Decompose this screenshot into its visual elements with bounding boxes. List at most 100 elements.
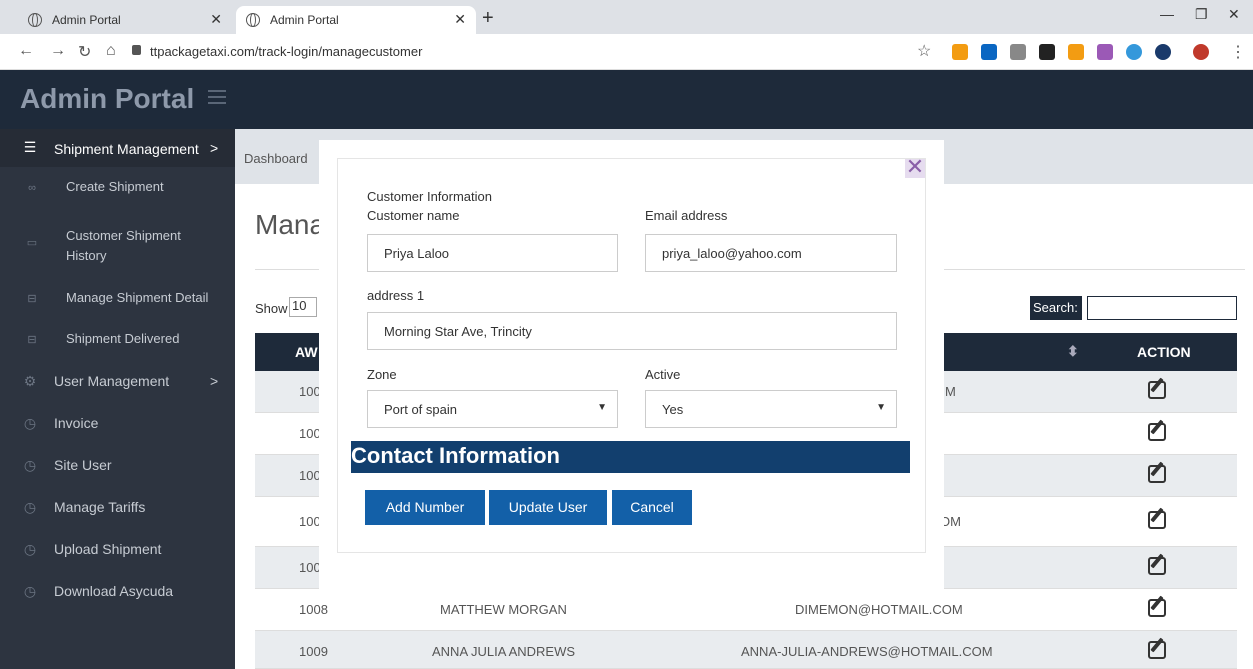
cell-awb: 100: [299, 514, 321, 529]
cell-awb: 1009: [299, 644, 328, 659]
browser-tab-bar: Admin Portal ✕ Admin Portal ✕ + — ❐ ✕: [0, 0, 1253, 34]
caret-down-icon: ▼: [876, 402, 886, 413]
lock-icon[interactable]: [132, 45, 141, 55]
edit-icon[interactable]: [1148, 465, 1166, 483]
brand-logo-text[interactable]: Admin Portal: [20, 83, 194, 115]
browser-tab-active[interactable]: Admin Portal ✕: [236, 6, 476, 34]
gear-icon: ⚙: [23, 373, 37, 389]
browser-tab[interactable]: Admin Portal ✕: [18, 6, 232, 34]
section-title: Customer Information: [367, 189, 492, 204]
sidebar-item-shipment-management[interactable]: ☰ Shipment Management >: [0, 129, 235, 167]
top-navbar: Admin Portal: [0, 70, 1253, 129]
sidebar-item-manage-shipment-detail[interactable]: ⊟ Manage Shipment Detail: [0, 290, 235, 320]
feed-extension-icon[interactable]: [1068, 44, 1084, 60]
tab-title: Admin Portal: [270, 13, 339, 27]
edit-icon[interactable]: [1148, 381, 1166, 399]
linkedin-extension-icon[interactable]: [981, 44, 997, 60]
sidebar-item-user-management[interactable]: ⚙ User Management >: [0, 373, 235, 403]
sidebar-item-customer-shipment-history[interactable]: ▭ Customer Shipment History: [0, 226, 235, 266]
zone-label: Zone: [367, 367, 397, 382]
cell-name: ANNA JULIA ANDREWS: [432, 644, 576, 659]
bookmark-star-icon[interactable]: ☆: [917, 41, 931, 61]
show-entries-select[interactable]: 10: [289, 297, 317, 317]
address-input[interactable]: Morning Star Ave, Trincity: [367, 312, 897, 350]
color-extension-icon[interactable]: [1097, 44, 1113, 60]
sidebar-item-upload-shipment[interactable]: ◷ Upload Shipment: [0, 541, 235, 571]
infinity-icon: ∞: [28, 182, 36, 194]
home-icon[interactable]: ⌂: [106, 42, 116, 60]
forward-icon[interactable]: →: [50, 42, 66, 60]
clock-icon: ◷: [23, 415, 37, 431]
email-label: Email address: [645, 208, 728, 223]
sidebar-item-shipment-delivered[interactable]: ⊟ Shipment Delivered: [0, 331, 235, 361]
sidebar: ☰ Shipment Management > ∞ Create Shipmen…: [0, 129, 235, 669]
edit-icon[interactable]: [1148, 423, 1166, 441]
cell-email: M: [945, 384, 956, 399]
caret-down-icon: ▼: [597, 402, 607, 413]
address-label: address 1: [367, 288, 425, 303]
reload-icon[interactable]: ↻: [78, 42, 91, 62]
close-icon[interactable]: ✕: [210, 11, 222, 28]
chevron-right-icon: >: [210, 373, 219, 389]
tab-title: Admin Portal: [52, 13, 121, 27]
zone-value: Port of spain: [384, 402, 457, 417]
table-row: 1009 ANNA JULIA ANDREWS ANNA-JULIA-ANDRE…: [255, 631, 1237, 669]
edit-icon[interactable]: [1148, 599, 1166, 617]
monitor-icon: ▭: [26, 237, 38, 249]
search-input[interactable]: [1087, 296, 1237, 320]
hamburger-icon[interactable]: [208, 90, 226, 104]
clock-icon: ◷: [23, 583, 37, 599]
page-title: Mana: [255, 209, 326, 240]
contact-information-header: Contact Information: [351, 441, 910, 473]
g-extension-icon[interactable]: [1010, 44, 1026, 60]
cancel-button[interactable]: Cancel: [612, 490, 692, 525]
clock-icon: ◷: [23, 499, 37, 515]
menu-kebab-icon[interactable]: ⋮: [1230, 42, 1246, 62]
zone-select[interactable]: Port of spain ▼: [367, 390, 618, 428]
sidebar-item-manage-tariffs[interactable]: ◷ Manage Tariffs: [0, 499, 235, 529]
address-bar: ← → ↻ ⌂ ttpackagetaxi.com/track-login/ma…: [0, 34, 1253, 70]
sort-icon[interactable]: ⬍: [1067, 343, 1079, 360]
column-header-awb[interactable]: AW: [295, 344, 318, 360]
back-icon[interactable]: ←: [18, 42, 34, 60]
drive-icon: ⊟: [27, 334, 37, 346]
active-label: Active: [645, 367, 681, 382]
close-window-icon[interactable]: ✕: [1228, 6, 1240, 23]
breadcrumb[interactable]: Dashboard: [244, 151, 308, 166]
database-icon: ☰: [23, 139, 37, 155]
search-label: Search:: [1030, 296, 1082, 320]
show-entries-label: Show: [255, 301, 288, 316]
add-number-button[interactable]: Add Number: [365, 490, 485, 525]
restore-icon[interactable]: ❐: [1195, 6, 1208, 23]
edit-icon[interactable]: [1148, 557, 1166, 575]
cell-awb: 100: [299, 468, 321, 483]
extension-icon[interactable]: [1039, 44, 1055, 60]
sidebar-item-download-asycuda[interactable]: ◷ Download Asycuda: [0, 583, 235, 613]
profile-avatar[interactable]: [1193, 44, 1209, 60]
email-input[interactable]: priya_laloo@yahoo.com: [645, 234, 897, 272]
active-value: Yes: [662, 402, 684, 417]
rss-extension-icon[interactable]: [952, 44, 968, 60]
sidebar-item-create-shipment[interactable]: ∞ Create Shipment: [0, 179, 235, 209]
active-select[interactable]: Yes ▼: [645, 390, 897, 428]
dark-extension-icon[interactable]: [1155, 44, 1171, 60]
globe-icon: [28, 13, 42, 27]
sidebar-item-site-user[interactable]: ◷ Site User: [0, 457, 235, 487]
edit-customer-modal: ✕ Customer Information Customer name Ema…: [319, 140, 944, 600]
drive-icon: ⊟: [27, 293, 37, 305]
customer-name-label: Customer name: [367, 208, 460, 223]
circle-extension-icon[interactable]: [1126, 44, 1142, 60]
update-user-button[interactable]: Update User: [489, 490, 607, 525]
clock-icon: ◷: [23, 457, 37, 473]
cell-awb: 100: [299, 560, 321, 575]
customer-name-input[interactable]: Priya Laloo: [367, 234, 618, 272]
minimize-icon[interactable]: —: [1160, 6, 1174, 22]
url-field[interactable]: ttpackagetaxi.com/track-login/managecust…: [150, 44, 422, 59]
edit-icon[interactable]: [1148, 641, 1166, 659]
close-icon[interactable]: ✕: [454, 11, 466, 28]
new-tab-icon[interactable]: +: [482, 7, 494, 30]
edit-icon[interactable]: [1148, 511, 1166, 529]
cell-awb: 1008: [299, 602, 328, 617]
sidebar-item-invoice[interactable]: ◷ Invoice: [0, 415, 235, 445]
cell-email: DIMEMON@HOTMAIL.COM: [795, 602, 963, 617]
